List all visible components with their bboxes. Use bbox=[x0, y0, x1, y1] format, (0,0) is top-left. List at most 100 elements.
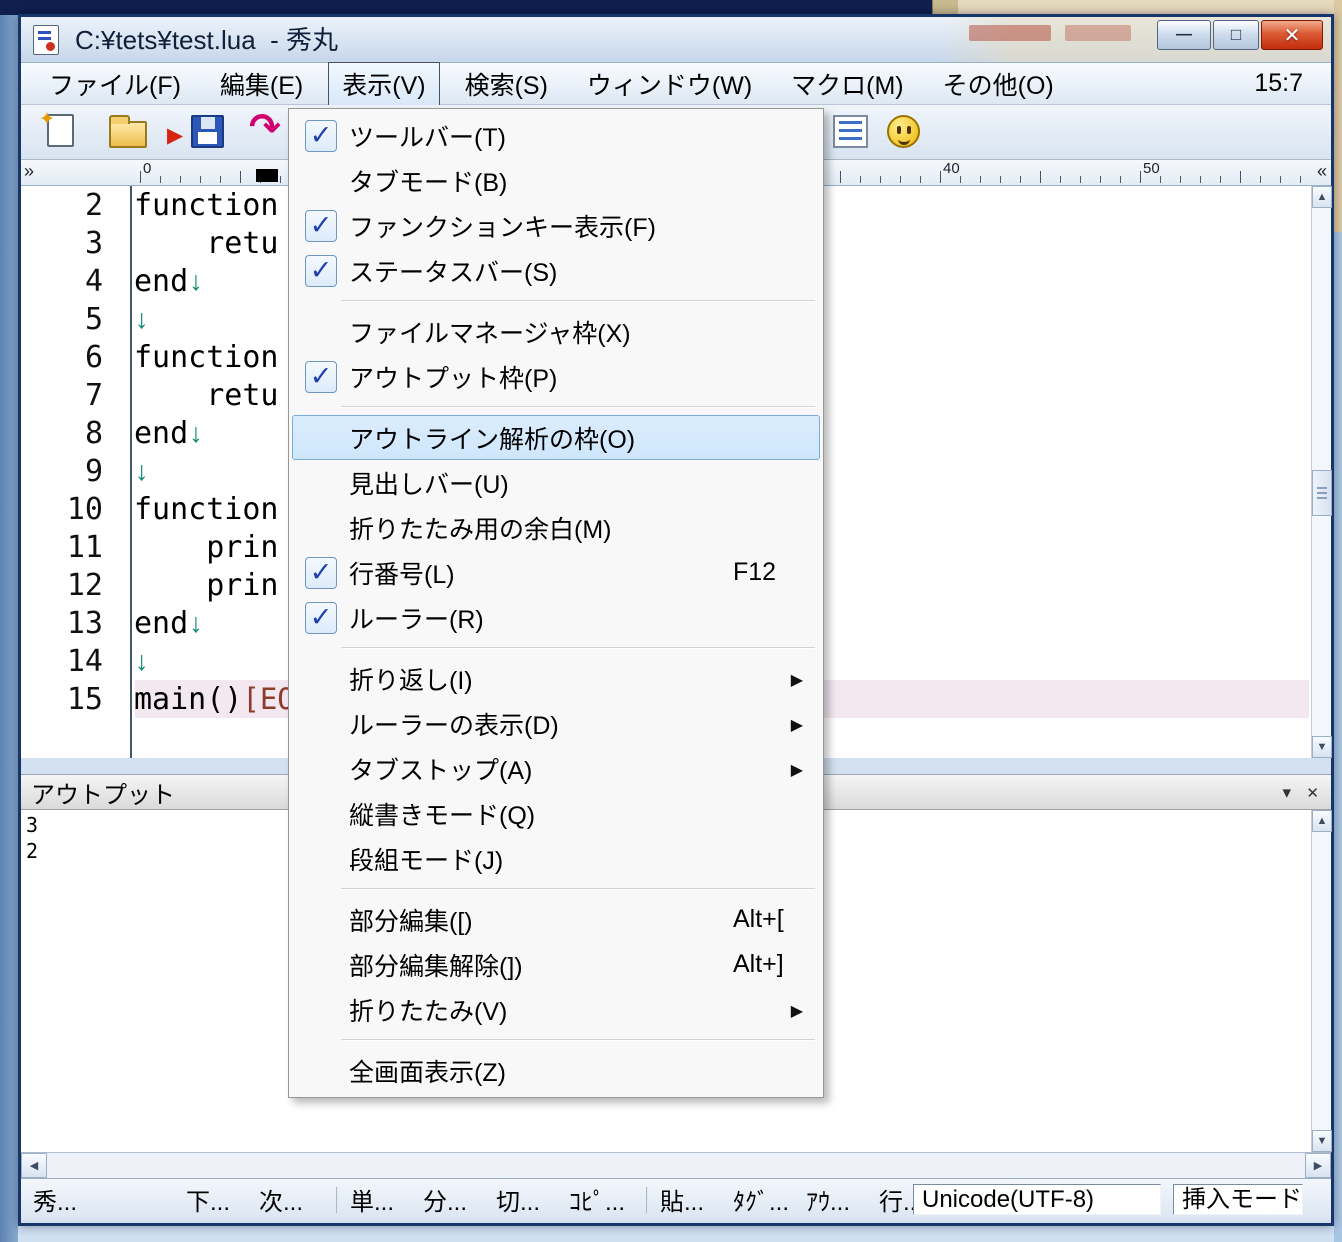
status-button[interactable]: 次... bbox=[259, 1182, 332, 1217]
statusbar-separator bbox=[646, 1187, 648, 1213]
view-menu-item-tab-stop[interactable]: タブストップ(A)▶ bbox=[292, 746, 820, 791]
save-file-icon[interactable] bbox=[191, 115, 224, 148]
menu-item-label: タブモード(B) bbox=[349, 163, 507, 199]
status-button[interactable]: 分... bbox=[423, 1182, 496, 1217]
check-box: ✓ bbox=[305, 120, 337, 152]
view-menu-item-folding[interactable]: 折りたたみ(V)▶ bbox=[292, 987, 820, 1032]
statusbar-separator bbox=[336, 1187, 338, 1213]
status-button[interactable]: ﾀｸﾞ... bbox=[733, 1182, 806, 1217]
submenu-arrow-icon: ▶ bbox=[791, 670, 803, 690]
encoding-indicator[interactable]: Unicode(UTF-8) bbox=[913, 1184, 1161, 1215]
menubar: ファイル(F)編集(E)表示(V) 検索(S)ウィンドウ(W)マクロ(M) その他(… bbox=[21, 63, 1331, 105]
status-button[interactable]: ｺﾋﾟ... bbox=[569, 1182, 642, 1217]
view-menu-item-tab-mode[interactable]: タブモード(B) bbox=[292, 158, 820, 203]
scroll-up-icon[interactable]: ▲ bbox=[1312, 186, 1332, 208]
newline-arrow-icon: ↓ bbox=[135, 646, 149, 677]
outline-list-icon[interactable] bbox=[833, 115, 868, 148]
newline-arrow-icon: ↓ bbox=[189, 608, 203, 639]
desktop-edge-left bbox=[0, 15, 18, 1242]
menubar-item-other[interactable]: その他(O) bbox=[929, 62, 1068, 106]
open-file-icon[interactable] bbox=[109, 121, 147, 148]
horizontal-scrollbar[interactable]: ◀ ▶ bbox=[21, 1152, 1331, 1178]
scroll-down-icon[interactable]: ▼ bbox=[1312, 1130, 1332, 1152]
menu-item-label: アウトプット枠(P) bbox=[349, 359, 557, 395]
menu-item-label: ルーラー(R) bbox=[349, 600, 484, 636]
menu-item-label: 折りたたみ(V) bbox=[349, 992, 507, 1028]
view-menu-item-output-pane[interactable]: ✓アウトプット枠(P) bbox=[292, 354, 820, 399]
status-button[interactable]: 下... bbox=[186, 1182, 259, 1217]
view-menu-item-vertical-mode[interactable]: 縦書きモード(Q) bbox=[292, 791, 820, 836]
scroll-right-icon[interactable]: ▶ bbox=[1305, 1153, 1331, 1178]
submenu-arrow-icon: ▶ bbox=[791, 760, 803, 780]
minimize-button[interactable]: — bbox=[1157, 20, 1211, 50]
view-menu-item-outline-pane[interactable]: アウトライン解析の枠(O) bbox=[292, 415, 820, 460]
menubar-item-edit[interactable]: 編集(E) bbox=[206, 62, 317, 106]
close-button[interactable]: ✕ bbox=[1261, 20, 1323, 50]
view-menu-item-column-mode[interactable]: 段組モード(J) bbox=[292, 836, 820, 881]
scroll-up-icon[interactable]: ▲ bbox=[1312, 810, 1332, 832]
sparkle-icon: ✦ bbox=[39, 108, 55, 131]
menu-item-label: ステータスバー(S) bbox=[349, 253, 557, 289]
view-menu-item-ruler-display[interactable]: ルーラーの表示(D)▶ bbox=[292, 701, 820, 746]
status-button[interactable]: ｱｳ... bbox=[806, 1182, 879, 1217]
window-controls: — □ ✕ bbox=[1157, 20, 1323, 50]
ruler-margin-marker[interactable] bbox=[256, 169, 278, 182]
help-icon[interactable] bbox=[887, 115, 920, 148]
scroll-down-icon[interactable]: ▼ bbox=[1312, 736, 1332, 758]
status-button[interactable]: 切... bbox=[496, 1182, 569, 1217]
view-menu-item-heading-bar[interactable]: 見出しバー(U) bbox=[292, 460, 820, 505]
menu-item-shortcut: F12 bbox=[733, 558, 776, 587]
input-mode-indicator[interactable]: 挿入モード bbox=[1173, 1184, 1303, 1215]
scroll-thumb[interactable] bbox=[1312, 470, 1332, 516]
status-button[interactable]: 貼... bbox=[660, 1182, 733, 1217]
menubar-item-macro[interactable]: マクロ(M) bbox=[777, 62, 917, 106]
status-button[interactable]: 秀... bbox=[33, 1182, 186, 1217]
menubar-item-window[interactable]: ウィンドウ(W) bbox=[573, 62, 766, 106]
ruler-label-40: 40 bbox=[943, 160, 960, 177]
maximize-button[interactable]: □ bbox=[1213, 20, 1259, 50]
ruler-right-chevrons-icon[interactable]: « bbox=[1317, 161, 1327, 182]
view-menu-item-ruler[interactable]: ✓ ルーラー(R) bbox=[292, 595, 820, 640]
view-menu-item-partial-edit-release[interactable]: 部分編集解除(])Alt+] bbox=[292, 942, 820, 987]
editor-vscrollbar[interactable]: ▲ ▼ bbox=[1311, 186, 1331, 758]
ruler-label-0: 0 bbox=[143, 160, 151, 177]
view-menu-item-word-wrap[interactable]: 折り返し(I)▶ bbox=[292, 656, 820, 701]
view-menu-item-partial-edit[interactable]: 部分編集([)Alt+[ bbox=[292, 897, 820, 942]
output-menu-icon[interactable]: ▾ bbox=[1282, 783, 1291, 803]
newline-arrow-icon: ↓ bbox=[189, 418, 203, 449]
menu-item-label: 見出しバー(U) bbox=[349, 465, 509, 501]
menubar-item-view[interactable]: 表示(V) bbox=[328, 62, 439, 106]
line-number: 3 bbox=[21, 226, 109, 261]
line-number: 10 bbox=[21, 492, 109, 527]
view-menu-item-toolbar[interactable]: ✓ツールバー(T) bbox=[292, 113, 820, 158]
view-menu-item-folding-margin[interactable]: 折りたたみ用の余白(M) bbox=[292, 505, 820, 550]
view-menu-item-line-numbers[interactable]: ✓行番号(L)F12 bbox=[292, 550, 820, 595]
view-menu-item-file-manager-pane[interactable]: ファイルマネージャ枠(X) bbox=[292, 309, 820, 354]
line-number: 8 bbox=[21, 416, 109, 451]
view-menu-item-function-key-display[interactable]: ✓ファンクションキー表示(F) bbox=[292, 203, 820, 248]
ruler-left-chevrons-icon[interactable]: » bbox=[24, 161, 34, 182]
menu-separator bbox=[289, 293, 823, 309]
output-pane-title: アウトプット bbox=[31, 775, 175, 810]
output-vscrollbar[interactable]: ▲ ▼ bbox=[1311, 810, 1331, 1152]
check-box: ✓ bbox=[305, 602, 337, 634]
undo-icon[interactable]: ↷ bbox=[249, 105, 281, 150]
menubar-item-file[interactable]: ファイル(F) bbox=[35, 62, 195, 106]
checkmark-icon: ✓ bbox=[293, 602, 349, 634]
checkmark-icon: ✓ bbox=[293, 210, 349, 242]
checkmark-icon: ✓ bbox=[293, 557, 349, 589]
output-close-icon[interactable]: ✕ bbox=[1306, 784, 1319, 802]
submenu-arrow-icon: ▶ bbox=[791, 715, 803, 735]
background-window-artifact bbox=[969, 25, 1051, 41]
new-document-icon[interactable]: ✦ bbox=[47, 114, 74, 147]
menu-item-label: 部分編集解除(]) bbox=[349, 947, 523, 983]
menubar-item-search[interactable]: 検索(S) bbox=[451, 62, 562, 106]
menu-separator bbox=[289, 399, 823, 415]
window-title: C:¥tets¥test.lua - 秀丸 bbox=[75, 17, 338, 63]
status-button[interactable]: 単... bbox=[350, 1182, 423, 1217]
view-menu-item-status-bar[interactable]: ✓ステータスバー(S) bbox=[292, 248, 820, 293]
titlebar[interactable]: C:¥tets¥test.lua - 秀丸 — □ ✕ bbox=[21, 17, 1331, 63]
line-text: function bbox=[134, 340, 279, 375]
view-menu-item-full-screen[interactable]: 全画面表示(Z) bbox=[292, 1048, 820, 1093]
scroll-left-icon[interactable]: ◀ bbox=[21, 1153, 47, 1178]
